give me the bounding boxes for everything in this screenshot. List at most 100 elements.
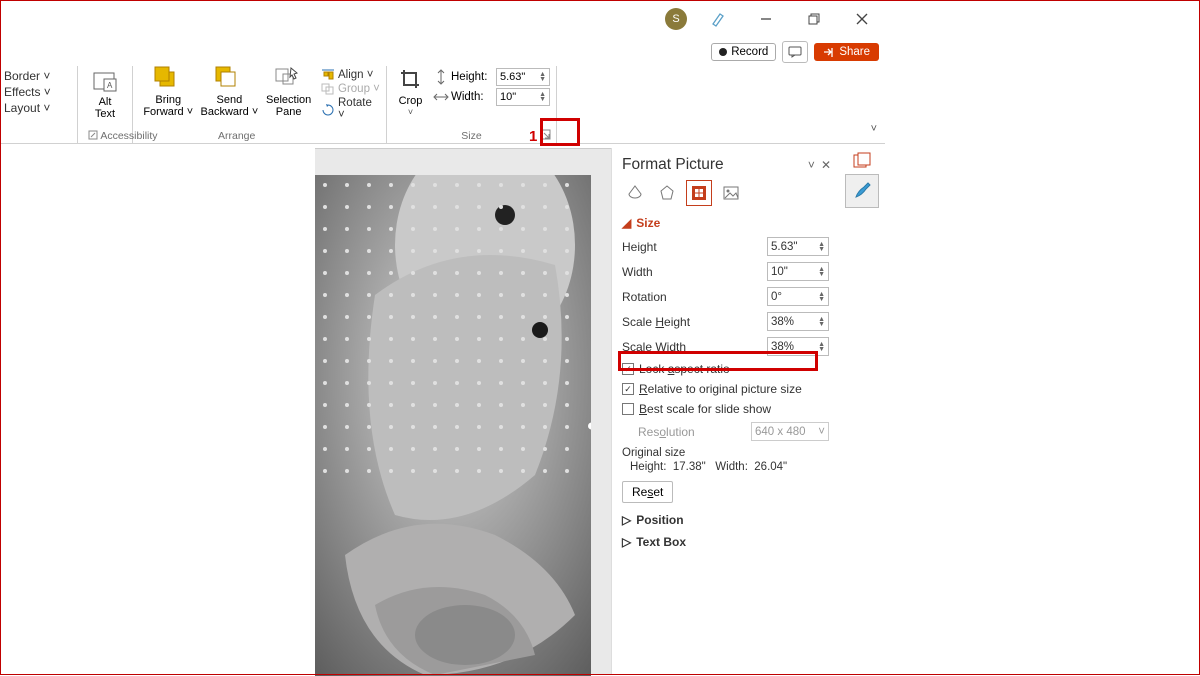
- designer-brush-icon: [852, 181, 872, 201]
- comments-button[interactable]: [782, 41, 808, 63]
- selection-pane-icon: [275, 66, 303, 94]
- format-picture-pane: Format Picture ˅ ✕ ◢ Size Height5.63"▲▼ …: [611, 148, 839, 675]
- width-label: Width:: [451, 91, 493, 103]
- format-picture-title: Format Picture: [622, 156, 724, 174]
- textbox-section-header[interactable]: ▷ Text Box: [612, 531, 839, 553]
- chevron-down-icon: ˅: [818, 426, 825, 438]
- send-backward-icon: [215, 66, 243, 94]
- size-dialog-launcher[interactable]: [540, 128, 552, 140]
- bring-forward-button[interactable]: Bring Forward ˅: [140, 66, 197, 118]
- fp-rotation-input[interactable]: 0°▲▼: [767, 287, 829, 306]
- align-menu[interactable]: Align ˅: [321, 68, 380, 82]
- alt-text-label: Alt Text: [95, 96, 115, 120]
- chevron-down-icon: ˅: [408, 107, 413, 117]
- pattern-overlay: [315, 175, 591, 476]
- bring-forward-label: Bring Forward ˅: [143, 94, 193, 118]
- account-avatar[interactable]: S: [665, 8, 687, 30]
- accessibility-group-label: Accessibility: [88, 130, 158, 142]
- selected-picture[interactable]: [315, 175, 591, 676]
- fp-width-input[interactable]: 10"▲▼: [767, 262, 829, 281]
- position-section-header[interactable]: ▷ Position: [612, 509, 839, 531]
- share-label: Share: [839, 46, 870, 58]
- ribbon: Align ˅ Group ˅ Rotate ˅ Crop ˅ Height: …: [315, 66, 885, 144]
- rotate-icon: [321, 103, 335, 115]
- send-backward-button[interactable]: Send Backward ˅: [201, 66, 259, 118]
- format-categories: [612, 176, 839, 212]
- comment-icon: [788, 46, 802, 58]
- crop-label: Crop: [399, 95, 423, 107]
- height-field-label: Height: [622, 240, 767, 254]
- resolution-label: Resolution: [638, 425, 751, 439]
- picture-options: Border ˅ Effects ˅ Layout ˅: [0, 68, 78, 116]
- original-size-label: Original size: [622, 444, 829, 459]
- width-icon: [434, 90, 448, 104]
- side-toolbar: [839, 148, 885, 208]
- titlebar-secondary: Record Share: [315, 38, 885, 66]
- height-label: Height:: [451, 71, 493, 83]
- ribbon-width-input[interactable]: 10" ▲▼: [496, 88, 550, 106]
- arrange-mini-group: Align ˅ Group ˅ Rotate ˅: [315, 66, 387, 143]
- arrange-group-label: Arrange: [218, 130, 255, 142]
- effects-tab[interactable]: [654, 180, 680, 206]
- relative-size-label: Relative to original picture size: [639, 382, 802, 396]
- titlebar: S: [315, 0, 885, 38]
- ribbon-collapse-chevron[interactable]: ˅: [871, 123, 877, 135]
- share-icon: [823, 47, 835, 58]
- fp-height-input[interactable]: 5.63"▲▼: [767, 237, 829, 256]
- designer-button[interactable]: [845, 174, 879, 208]
- svg-text:A: A: [107, 81, 113, 90]
- spinner-arrows-icon: ▲▼: [539, 92, 546, 102]
- size-properties-tab[interactable]: [686, 180, 712, 206]
- group-menu[interactable]: Group ˅: [321, 82, 380, 96]
- ribbon-left-partial: Border ˅ Effects ˅ Layout ˅ A Alt Text B…: [0, 66, 315, 144]
- reset-button[interactable]: Reset: [622, 481, 673, 503]
- fill-line-tab[interactable]: [622, 180, 648, 206]
- group-icon: [321, 83, 335, 95]
- record-icon: [719, 48, 727, 56]
- best-scale-checkbox[interactable]: [622, 403, 634, 415]
- pane-close-button[interactable]: ✕: [821, 158, 831, 172]
- align-icon: [321, 69, 335, 81]
- collapse-icon: ▷: [622, 535, 631, 549]
- picture-border-menu[interactable]: Border ˅: [4, 68, 78, 84]
- original-size-values: Height: 17.38" Width: 26.04": [622, 459, 829, 479]
- designer-tab-icon[interactable]: [839, 148, 885, 174]
- selection-handle-right[interactable]: [587, 421, 591, 430]
- scale-width-label: Scale Width: [622, 340, 767, 354]
- alt-text-button[interactable]: A Alt Text: [81, 68, 129, 120]
- picture-effects-menu[interactable]: Effects ˅: [4, 84, 78, 100]
- lock-aspect-checkbox[interactable]: ✓: [622, 363, 634, 375]
- alt-text-icon: A: [91, 68, 119, 96]
- height-icon: [434, 70, 448, 84]
- share-button[interactable]: Share: [814, 43, 879, 61]
- picture-tab[interactable]: [718, 180, 744, 206]
- rotation-field-label: Rotation: [622, 290, 767, 304]
- rotate-menu[interactable]: Rotate ˅: [321, 96, 380, 122]
- fp-scale-height-input[interactable]: 38%▲▼: [767, 312, 829, 331]
- size-section-body: Height5.63"▲▼ Width10"▲▼ Rotation0°▲▼ Sc…: [612, 234, 839, 509]
- record-button[interactable]: Record: [711, 43, 776, 61]
- crop-button[interactable]: Crop ˅: [393, 68, 428, 117]
- best-scale-label: Best scale for slide show: [639, 402, 771, 416]
- fp-scale-width-input[interactable]: 38%▲▼: [767, 337, 829, 356]
- coming-soon-icon[interactable]: [701, 2, 735, 36]
- bring-forward-icon: [154, 66, 182, 94]
- slide-canvas-area: [315, 148, 611, 675]
- selection-pane-label: Selection Pane: [266, 94, 311, 118]
- relative-size-checkbox[interactable]: ✓: [622, 383, 634, 395]
- spinner-arrows-icon: ▲▼: [539, 72, 546, 82]
- picture-layout-menu[interactable]: Layout ˅: [4, 100, 78, 116]
- size-section-header[interactable]: ◢ Size: [612, 212, 839, 234]
- record-label: Record: [731, 46, 768, 58]
- close-button[interactable]: [845, 2, 879, 36]
- selection-pane-button[interactable]: Selection Pane: [262, 66, 315, 118]
- scale-height-label: Scale Height: [622, 315, 767, 329]
- restore-button[interactable]: [797, 2, 831, 36]
- send-backward-label: Send Backward ˅: [201, 94, 259, 118]
- collapse-icon: ▷: [622, 513, 631, 527]
- annotation-number-1: 1: [529, 128, 537, 145]
- pane-dropdown-chevron[interactable]: ˅: [808, 158, 815, 172]
- minimize-button[interactable]: [749, 2, 783, 36]
- expand-icon: ◢: [622, 216, 631, 230]
- ribbon-height-input[interactable]: 5.63" ▲▼: [496, 68, 550, 86]
